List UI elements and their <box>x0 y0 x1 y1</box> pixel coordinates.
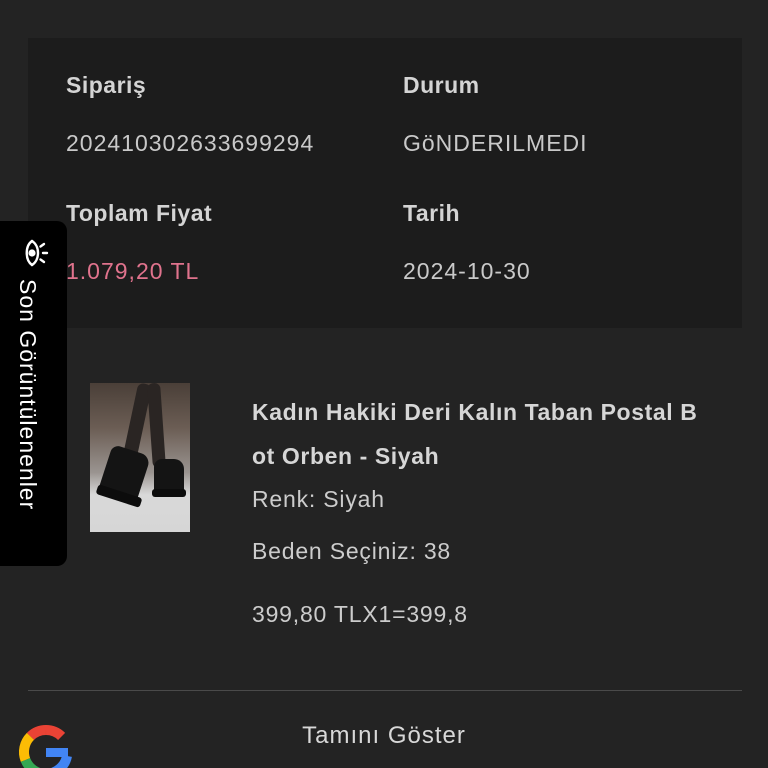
recently-viewed-label: Son Görüntülenenler <box>15 279 41 511</box>
product-size: Beden Seçiniz: 38 <box>252 538 452 564</box>
date-value: 2024-10-30 <box>403 258 531 284</box>
show-all-button[interactable]: Tamını Göster <box>0 722 768 750</box>
total-price-value: 1.079,20 TL <box>66 258 200 284</box>
recently-viewed-tab[interactable]: Son Görüntülenenler <box>0 221 67 566</box>
product-color: Renk: Siyah <box>252 486 385 512</box>
order-summary-card: Sipariş 202410302633699294 Durum GöNDERI… <box>28 38 742 328</box>
status-label: Durum <box>403 72 480 98</box>
product-image[interactable] <box>90 383 190 532</box>
total-price-label: Toplam Fiyat <box>66 200 213 226</box>
product-title[interactable]: Kadın Hakiki Deri Kalın Taban Postal Bot… <box>252 390 712 478</box>
order-number: 202410302633699294 <box>66 130 315 156</box>
product-price-line: 399,80 TLX1=399,8 <box>252 601 468 627</box>
divider <box>28 690 742 691</box>
date-label: Tarih <box>403 200 461 226</box>
eye-icon <box>18 237 50 269</box>
order-label: Sipariş <box>66 72 147 98</box>
status-value: GöNDERILMEDI <box>403 130 588 156</box>
google-icon[interactable] <box>16 722 76 768</box>
